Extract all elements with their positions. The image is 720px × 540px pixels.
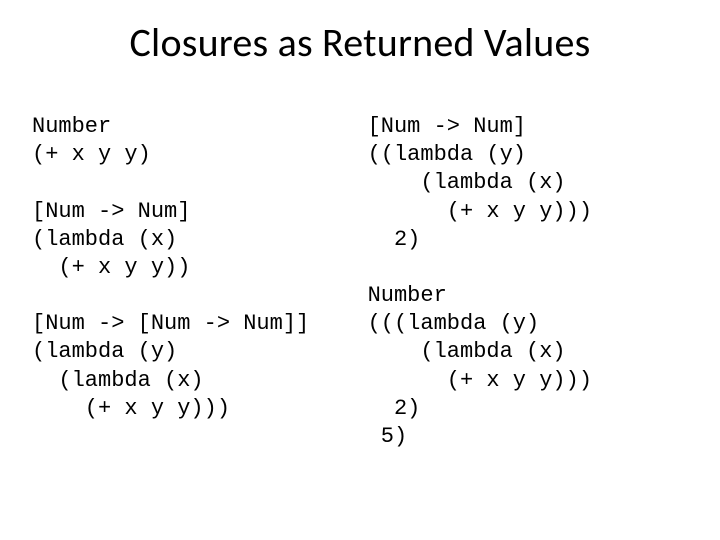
code-block-applied-twice: Number (((lambda (y) (lambda (x) (+ x y … (368, 283, 592, 449)
slide: Closures as Returned Values Number (+ x … (0, 0, 720, 540)
right-column: [Num -> Num] ((lambda (y) (lambda (x) (+… (368, 85, 690, 451)
code-block-applied-once: [Num -> Num] ((lambda (y) (lambda (x) (+… (368, 114, 592, 252)
content-columns: Number (+ x y y) [Num -> Num] (lambda (x… (30, 85, 690, 451)
code-block-num-to-num-to-num: [Num -> [Num -> Num]] (lambda (y) (lambd… (32, 311, 309, 420)
code-block-number: Number (+ x y y) (32, 114, 151, 167)
left-column: Number (+ x y y) [Num -> Num] (lambda (x… (30, 85, 368, 451)
code-block-num-to-num: [Num -> Num] (lambda (x) (+ x y y)) (32, 199, 190, 280)
page-title: Closures as Returned Values (30, 18, 690, 67)
